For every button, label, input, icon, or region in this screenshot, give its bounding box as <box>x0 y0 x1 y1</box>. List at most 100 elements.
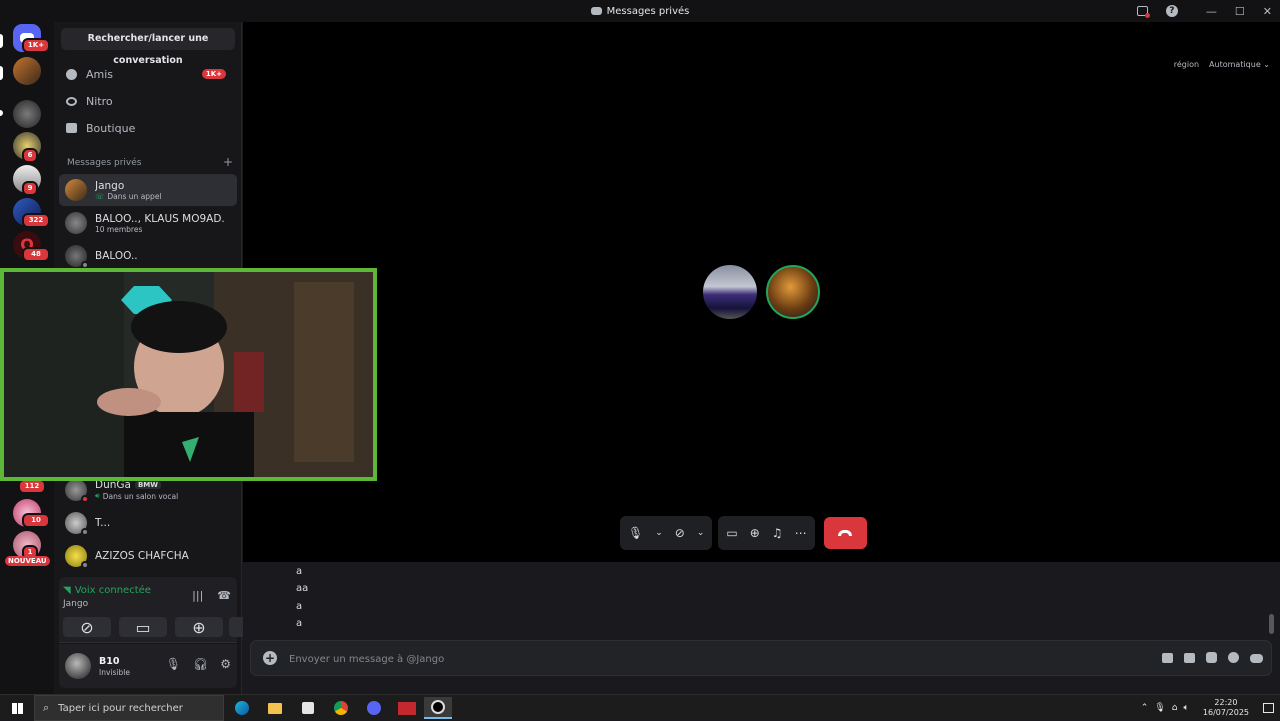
avatar <box>65 512 89 536</box>
voicemod-icon <box>398 701 416 715</box>
dm-item-jango[interactable]: Jango ☏ Dans un appel <box>59 174 237 206</box>
create-dm-button[interactable]: + <box>223 156 233 168</box>
camera-off-button[interactable]: ⊘ <box>63 617 111 637</box>
settings-icon[interactable]: ⚙ <box>220 657 231 671</box>
window-title: Messages privés <box>590 6 689 17</box>
headphones-icon[interactable]: 🎧︎ <box>193 657 208 671</box>
disconnect-icon[interactable]: ☎ <box>217 589 231 602</box>
call-view: région Automatique ⌄ 🎙︎ ⌄ ⊘ ⌄ ▭ ⊕ ♫ ⋯ a … <box>243 22 1280 694</box>
home-mention-badge: 1K+ <box>22 38 50 53</box>
taskbar-search[interactable]: ⌕ Taper ici pour rechercher <box>34 695 224 721</box>
dm-item-group[interactable]: BALOO.., KLAUS MO9AD... 10 membres <box>59 207 237 239</box>
server-badge: 112 <box>18 479 46 494</box>
server-badge: 6 <box>22 148 38 163</box>
chrome-app[interactable] <box>327 697 355 719</box>
avatar <box>65 479 89 503</box>
soundboard-icon[interactable]: ♫ <box>772 526 783 540</box>
chrome-icon <box>334 701 348 715</box>
message: a <box>296 618 303 629</box>
hang-up-icon <box>838 530 853 536</box>
new-badge: NOUVEAU <box>5 556 50 566</box>
edge-icon <box>235 701 249 715</box>
message-input[interactable] <box>289 649 1089 669</box>
nav-nitro[interactable]: Nitro <box>60 89 236 113</box>
camera-off-icon: ⊘ <box>80 617 94 637</box>
search-icon: ⌕ <box>43 701 50 714</box>
chevron-down-icon[interactable]: ⌄ <box>697 528 705 538</box>
system-tray: ⌃ 🎙︎ ⌂ 🔈︎ 22:20 16/07/2025 <box>1141 695 1280 721</box>
friends-icon <box>66 68 77 80</box>
server-icon[interactable] <box>13 100 41 128</box>
avatar <box>65 212 87 234</box>
call-participant-avatar[interactable] <box>703 265 757 319</box>
voicemod-app[interactable] <box>393 697 421 719</box>
chevron-down-icon[interactable]: ⌄ <box>655 528 663 538</box>
inbox-icon[interactable] <box>1136 6 1150 18</box>
microphone-icon[interactable]: 🎙︎ <box>166 657 181 671</box>
server-badge: 322 <box>22 213 50 228</box>
gif-icon[interactable] <box>1184 653 1195 663</box>
find-conversation-button[interactable]: Rechercher/lancer une conversation <box>61 28 235 66</box>
emoji-icon[interactable] <box>1228 652 1239 663</box>
share-screen-button[interactable]: ▭ <box>119 617 167 637</box>
nav-friends[interactable]: Amis 1K+ <box>60 62 236 86</box>
dm-section-header: Messages privés + <box>67 155 233 169</box>
signal-icon: ◥ <box>63 585 71 596</box>
unread-indicator <box>0 66 3 80</box>
sticker-icon[interactable] <box>1206 652 1217 663</box>
discord-icon <box>590 7 602 15</box>
message-composer: + <box>250 640 1272 676</box>
gift-icon[interactable] <box>1162 653 1173 663</box>
microphone-icon[interactable]: 🎙︎ <box>1154 703 1165 713</box>
region-selector[interactable]: région Automatique ⌄ <box>1174 60 1270 69</box>
title-bar: Messages privés ? — ☐ ✕ <box>0 0 1280 22</box>
obs-app[interactable] <box>424 697 452 719</box>
call-controls: 🎙︎ ⌄ ⊘ ⌄ ▭ ⊕ ♫ ⋯ <box>620 516 867 550</box>
webcam-scene <box>4 272 373 477</box>
message: a <box>296 601 303 612</box>
minimize-button[interactable]: — <box>1206 5 1217 18</box>
end-call-button[interactable] <box>823 517 867 549</box>
microphone-icon[interactable]: 🎙︎ <box>628 526 643 540</box>
attach-button[interactable]: + <box>263 651 277 665</box>
nav-shop[interactable]: Boutique <box>60 116 236 140</box>
app-launcher-icon[interactable] <box>1250 654 1263 663</box>
store-app[interactable] <box>294 697 322 719</box>
folder-icon <box>268 702 282 714</box>
avatar <box>65 179 87 201</box>
scrollbar[interactable] <box>1269 614 1274 634</box>
selected-indicator <box>0 34 3 48</box>
camera-off-icon[interactable]: ⊘ <box>675 526 685 540</box>
webcam-overlay[interactable] <box>0 268 377 481</box>
more-icon[interactable]: ⋯ <box>795 526 807 540</box>
discord-app[interactable] <box>360 697 388 719</box>
avatar <box>65 245 89 269</box>
volume-icon[interactable]: 🔈︎ <box>1183 703 1188 713</box>
clock[interactable]: 22:20 16/07/2025 <box>1203 698 1249 718</box>
network-icon[interactable]: ⌂ <box>1172 703 1178 713</box>
voice-connection-panel: ◥Voix connectée Jango ||| ☎ ⊘ ▭ ⊕ ♫ <box>59 577 277 643</box>
call-participant-avatar[interactable] <box>766 265 820 319</box>
edge-app[interactable] <box>228 697 256 719</box>
start-button[interactable] <box>3 697 31 719</box>
dm-item-t[interactable]: T... <box>59 507 237 539</box>
discord-icon <box>367 701 381 715</box>
server-icon[interactable] <box>13 57 41 85</box>
server-badge: 10 <box>22 513 50 528</box>
chat-area: a aa a a + <box>243 562 1280 694</box>
notifications-icon[interactable] <box>1263 703 1274 713</box>
activity-button[interactable]: ⊕ <box>175 617 223 637</box>
explorer-app[interactable] <box>261 697 289 719</box>
noise-suppression-icon[interactable]: ||| <box>192 589 203 602</box>
chevron-up-icon[interactable]: ⌃ <box>1141 703 1149 713</box>
unread-indicator <box>0 110 3 116</box>
help-icon[interactable]: ? <box>1165 5 1178 17</box>
gamepad-icon[interactable]: ⊕ <box>750 526 760 540</box>
server-badge: 9 <box>22 181 38 196</box>
screen-share-icon[interactable]: ▭ <box>726 526 737 540</box>
close-button[interactable]: ✕ <box>1263 5 1272 18</box>
user-panel: B10 Invisible 🎙︎ 🎧︎ ⚙ <box>59 644 237 688</box>
maximize-button[interactable]: ☐ <box>1235 5 1245 18</box>
dm-item-azizos[interactable]: AZIZOS CHAFCHA <box>59 540 237 572</box>
user-avatar[interactable] <box>65 653 91 679</box>
